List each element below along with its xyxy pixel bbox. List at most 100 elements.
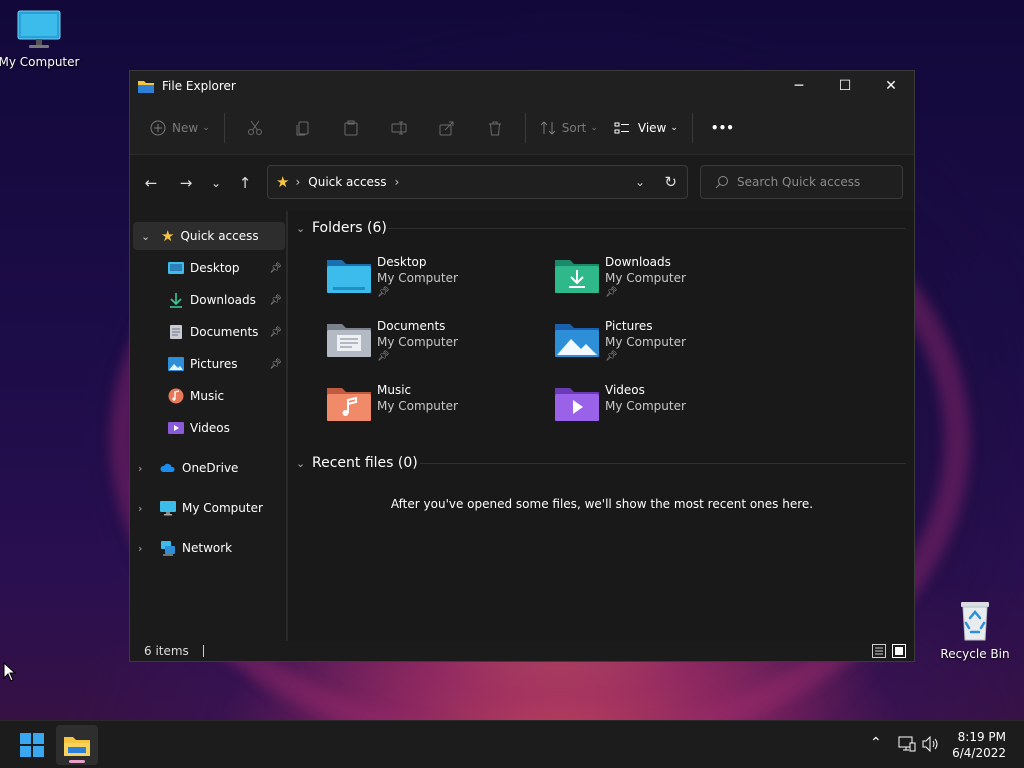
chevron-down-icon[interactable]: ⌄ [141,230,155,243]
pin-icon: 📌︎ [377,287,390,298]
folder-location: My Computer [605,271,686,285]
plus-circle-icon [150,120,166,135]
new-label: New [172,120,199,135]
sidebar-item-network[interactable]: › Network [138,534,288,562]
view-button[interactable]: View ⌄ [606,112,686,144]
delete-button[interactable] [471,112,519,144]
desktop-icon [168,262,184,274]
toolbar-divider [524,112,526,143]
title-bar[interactable]: File Explorer ─ ☐ ✕ [130,71,914,101]
share-button[interactable] [423,112,471,144]
network-status-icon[interactable] [898,736,916,752]
clock-date: 6/4/2022 [952,746,1006,760]
sort-label: Sort [561,120,587,135]
cut-button[interactable] [231,112,279,144]
pin-icon: 📌︎ [269,294,282,306]
breadcrumb-quick-access[interactable]: Quick access [308,175,386,189]
taskbar: ⌃ 8:19 PM 6/4/2022 [0,720,1024,768]
folder-tile-desktop[interactable]: Desktop My Computer 📌︎ [327,255,547,315]
sidebar-item-label: Network [182,541,233,555]
navigation-pane: ⌄ ★ Quick access Desktop 📌︎ Downloads 📌︎… [130,211,288,641]
recent-files-section-title: Recent files (0) [312,455,418,471]
recent-files-section-header[interactable]: ⌄ Recent files (0) [296,452,912,474]
chevron-right-icon[interactable]: › [138,542,152,555]
desktop-icon-my-computer[interactable]: My Computer [0,10,81,69]
folder-tile-documents[interactable]: Documents My Computer 📌︎ [327,319,547,379]
trash-icon [488,121,501,135]
folder-location: My Computer [605,335,686,349]
sidebar-item-desktop[interactable]: Desktop 📌︎ [168,254,288,282]
system-clock[interactable]: 8:19 PM 6/4/2022 [952,729,1006,761]
pin-icon: 📌︎ [605,287,618,298]
close-button[interactable]: ✕ [868,71,914,101]
rename-icon [391,121,407,134]
sidebar-item-label: Pictures [190,357,238,371]
sidebar-item-music[interactable]: Music [168,382,288,410]
search-input[interactable] [737,175,887,189]
pin-icon: 📌︎ [269,326,282,338]
rename-button[interactable] [375,112,423,144]
up-button[interactable]: ↑ [230,169,260,197]
volume-icon[interactable] [922,736,940,752]
desktop-icon-recycle-bin[interactable]: Recycle Bin [933,598,1017,661]
window-title: File Explorer [162,79,236,93]
details-view-icon[interactable] [872,644,886,658]
main-content: ⌄ Folders (6) Desktop My Computer 📌︎ Dow… [290,211,914,641]
large-icons-view-icon[interactable] [892,644,906,658]
star-icon: ★ [161,227,175,245]
sidebar-item-videos[interactable]: Videos [168,414,288,442]
sort-icon [540,120,556,135]
command-bar: New ⌄ Sort ⌄ View ⌄ ••• [130,101,914,155]
minimize-button[interactable]: ─ [776,71,822,101]
show-hidden-icons-button[interactable]: ⌃ [870,735,882,751]
windows-logo-icon [20,733,44,757]
folder-tile-music[interactable]: Music My Computer [327,383,547,443]
clock-time: 8:19 PM [957,730,1006,744]
pictures-icon [168,357,184,371]
folders-section-header[interactable]: ⌄ Folders (6) [296,217,912,239]
sidebar-item-label: Quick access [180,229,259,243]
taskbar-file-explorer-button[interactable] [56,725,98,765]
sidebar-item-my-computer[interactable]: › My Computer [138,494,288,522]
folder-tile-videos[interactable]: Videos My Computer [555,383,775,443]
chevron-down-icon: ⌄ [590,122,598,133]
search-icon [715,176,728,189]
sidebar-item-documents[interactable]: Documents 📌︎ [168,318,288,346]
folders-section-title: Folders (6) [312,220,387,236]
refresh-button[interactable]: ↻ [664,173,677,191]
sidebar-item-onedrive[interactable]: › OneDrive [138,454,288,482]
folder-tile-pictures[interactable]: Pictures My Computer 📌︎ [555,319,775,379]
chevron-down-icon: ⌄ [202,122,210,133]
folder-name: Desktop [377,255,427,269]
chevron-right-icon[interactable]: › [138,462,152,475]
cloud-icon [160,463,175,472]
pin-icon: 📌︎ [605,351,618,362]
recent-locations-button[interactable]: ⌄ [201,169,231,197]
sidebar-item-downloads[interactable]: Downloads 📌︎ [168,286,288,314]
folder-location: My Computer [377,399,458,413]
sidebar-item-quick-access[interactable]: ⌄ ★ Quick access [133,222,285,250]
status-divider [202,645,204,657]
chevron-right-icon[interactable]: › [138,502,152,515]
share-icon [439,121,454,135]
folder-tile-downloads[interactable]: Downloads My Computer 📌︎ [555,255,775,315]
forward-button[interactable]: → [171,169,201,197]
more-options-button[interactable]: ••• [703,112,742,144]
start-button[interactable] [12,727,52,763]
copy-button[interactable] [279,112,327,144]
paste-button[interactable] [327,112,375,144]
maximize-button[interactable]: ☐ [822,71,868,101]
address-history-chevron-icon[interactable]: ⌄ [635,175,645,189]
new-button[interactable]: New ⌄ [142,112,218,144]
sort-button[interactable]: Sort ⌄ [532,112,606,144]
sidebar-item-pictures[interactable]: Pictures 📌︎ [168,350,288,378]
desktop-icon-label: My Computer [0,55,80,69]
sidebar-item-label: Videos [190,421,230,435]
folder-location: My Computer [377,335,458,349]
clipboard-icon [344,120,358,135]
back-button[interactable]: ← [136,169,166,197]
breadcrumb-separator: › [394,175,400,189]
recent-files-empty-message: After you've opened some files, we'll sh… [390,497,814,511]
address-bar[interactable]: ★ › Quick access › ⌄ ↻ [267,165,688,199]
folder-name: Documents [377,319,446,333]
